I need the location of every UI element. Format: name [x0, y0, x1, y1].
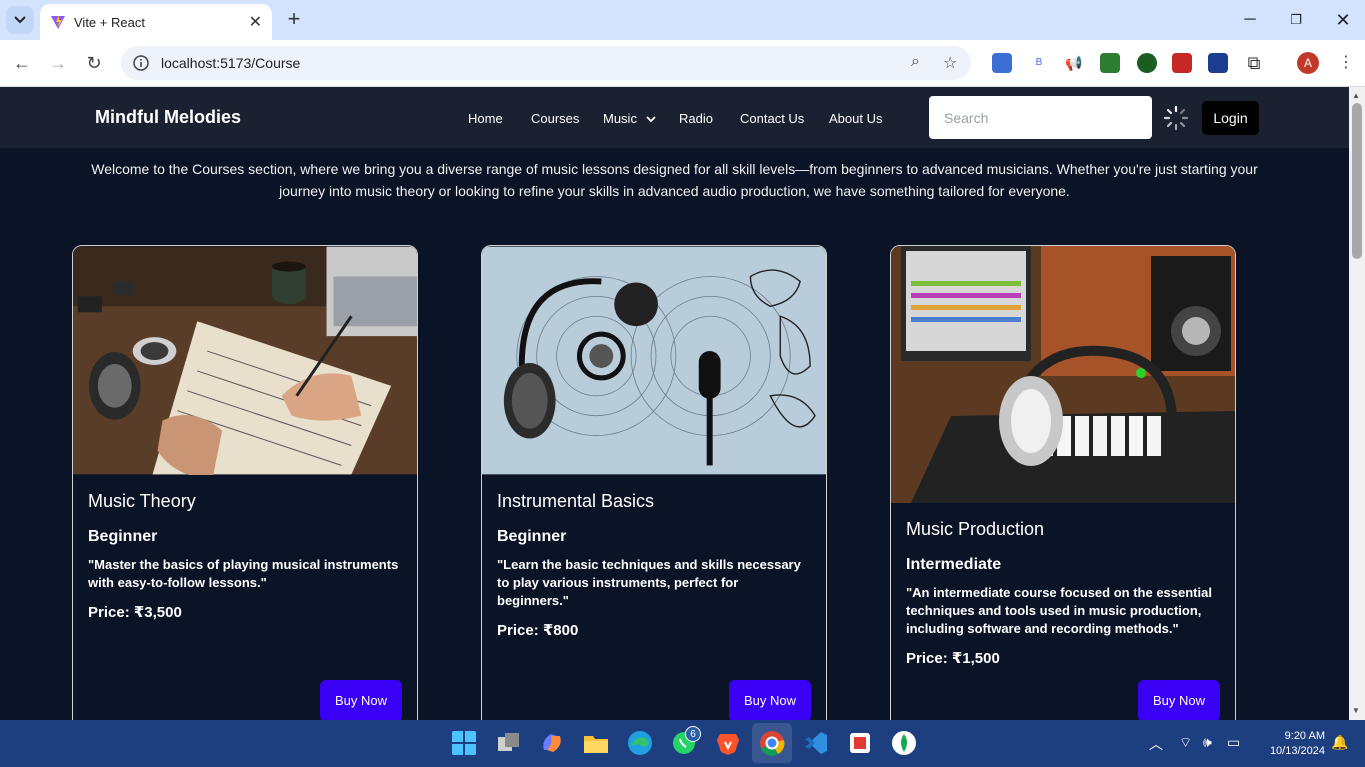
course-level: Beginner [88, 528, 158, 545]
loading-spinner-icon [1163, 105, 1189, 131]
bookmark-star-icon[interactable]: ☆ [943, 53, 957, 73]
close-window-button[interactable]: ✕ [1331, 8, 1355, 32]
home-extension-icon[interactable] [1208, 53, 1228, 73]
puzzle-red-extension-icon[interactable] [1172, 53, 1192, 73]
task-view-icon[interactable] [496, 730, 522, 756]
course-price: Price: ₹800 [497, 622, 579, 639]
zoom-icon[interactable]: ⌕ [911, 53, 920, 71]
nav-contact[interactable]: Contact Us [740, 111, 804, 126]
show-hidden-icons-chevron-icon[interactable]: ︿ [1149, 734, 1163, 754]
browser-tabstrip: Vite + React ✕ + ─ ❐ ✕ [0, 0, 1365, 40]
browser-toolbar: ← → ↻ localhost:5173/Course ⌕ ☆ B 📢 ⧉ A … [0, 40, 1365, 87]
scroll-down-arrow-icon[interactable]: ▼ [1352, 706, 1360, 715]
forward-button[interactable]: → [46, 51, 70, 75]
clock-date: 10/13/2024 [1269, 745, 1325, 757]
edge-browser-icon[interactable] [627, 730, 653, 756]
battery-icon[interactable]: ▭ [1227, 734, 1240, 751]
login-button[interactable]: Login [1202, 101, 1259, 135]
reload-button[interactable]: ↻ [82, 51, 106, 75]
extension-b-icon[interactable]: B [1029, 53, 1049, 73]
windows-taskbar: 6 ︿ ⌔ 🕪 ▭ 9:20 AM 10/13/2024 🔔 [0, 720, 1365, 767]
nav-music[interactable]: Music [603, 111, 656, 126]
course-level: Beginner [497, 528, 567, 545]
course-description: "An intermediate course focused on the e… [906, 585, 1212, 636]
chrome-browser-icon[interactable] [759, 730, 785, 756]
copilot-icon[interactable] [539, 730, 565, 756]
volume-icon[interactable]: 🕪 [1203, 734, 1212, 751]
address-bar[interactable]: localhost:5173/Course ⌕ ☆ [121, 46, 971, 80]
instrumental-basics-image [482, 246, 826, 475]
back-button[interactable]: ← [10, 51, 34, 75]
music-production-image [891, 246, 1235, 503]
vertical-scrollbar[interactable]: ▲ ▼ [1349, 87, 1365, 720]
megaphone-extension-icon[interactable]: 📢 [1064, 53, 1084, 73]
nav-courses[interactable]: Courses [531, 111, 579, 126]
extensions-puzzle-icon[interactable]: ⧉ [1244, 53, 1264, 73]
checklist-extension-icon[interactable] [1100, 53, 1120, 73]
site-navbar: Mindful Melodies Home Courses Music Radi… [0, 87, 1349, 148]
nav-music-label: Music [603, 111, 637, 126]
clock-time: 9:20 AM [1284, 730, 1325, 742]
course-card: Music Theory Beginner "Master the basics… [72, 245, 418, 720]
system-clock[interactable]: 9:20 AM 10/13/2024 [1255, 729, 1325, 759]
page-viewport: Mindful Melodies Home Courses Music Radi… [0, 87, 1349, 720]
course-title: Instrumental Basics [497, 491, 655, 511]
vite-logo-icon [51, 15, 65, 29]
minimize-button[interactable]: ─ [1238, 8, 1262, 32]
buy-now-button[interactable]: Buy Now [320, 680, 402, 720]
vscode-icon[interactable] [803, 730, 829, 756]
restore-button[interactable]: ❐ [1284, 8, 1308, 32]
course-description: "Master the basics of playing musical in… [88, 557, 399, 590]
scrollbar-thumb[interactable] [1352, 103, 1362, 259]
file-explorer-icon[interactable] [583, 730, 609, 756]
chevron-down-icon [645, 116, 656, 123]
course-card: Instrumental Basics Beginner "Learn the … [481, 245, 827, 720]
nav-about[interactable]: About Us [829, 111, 882, 126]
wifi-icon[interactable]: ⌔ [1179, 734, 1192, 752]
course-title: Music Theory [88, 491, 196, 511]
course-price: Price: ₹1,500 [906, 650, 1000, 667]
buy-now-button[interactable]: Buy Now [1138, 680, 1220, 720]
extension-icon[interactable] [992, 53, 1012, 73]
courses-intro-text: Welcome to the Courses section, where we… [91, 161, 1258, 199]
course-title: Music Production [906, 519, 1045, 539]
url-text: localhost:5173/Course [161, 55, 301, 71]
brave-browser-icon[interactable] [715, 730, 741, 756]
search-input[interactable] [929, 96, 1152, 139]
tab-close-icon[interactable]: ✕ [249, 12, 262, 32]
site-info-icon[interactable] [133, 55, 149, 71]
course-description: "Learn the basic techniques and skills n… [497, 557, 801, 608]
brand-logo[interactable]: Mindful Melodies [95, 107, 241, 128]
tab-search-button[interactable] [6, 6, 34, 34]
buy-now-button[interactable]: Buy Now [729, 680, 811, 720]
tab-title: Vite + React [74, 14, 145, 30]
nav-home[interactable]: Home [468, 111, 503, 126]
music-theory-image [73, 246, 417, 475]
chevron-down-icon [14, 16, 26, 24]
browser-menu-icon[interactable]: ⋮ [1334, 51, 1358, 75]
notification-bell-icon[interactable]: 🔔 [1331, 734, 1348, 751]
whatsapp-badge: 6 [685, 726, 701, 742]
nav-radio[interactable]: Radio [679, 111, 713, 126]
windows-start-icon[interactable] [451, 730, 477, 756]
course-price: Price: ₹3,500 [88, 604, 182, 621]
scroll-up-arrow-icon[interactable]: ▲ [1352, 91, 1360, 100]
new-tab-button[interactable]: + [282, 8, 306, 32]
mongodb-compass-icon[interactable] [891, 730, 917, 756]
browser-tab[interactable]: Vite + React ✕ [40, 4, 272, 40]
course-level: Intermediate [906, 556, 1002, 573]
map-pin-extension-icon[interactable] [1137, 53, 1157, 73]
profile-avatar[interactable]: A [1297, 52, 1319, 74]
course-card: Music Production Intermediate "An interm… [890, 245, 1236, 720]
snipping-tool-icon[interactable] [847, 730, 873, 756]
